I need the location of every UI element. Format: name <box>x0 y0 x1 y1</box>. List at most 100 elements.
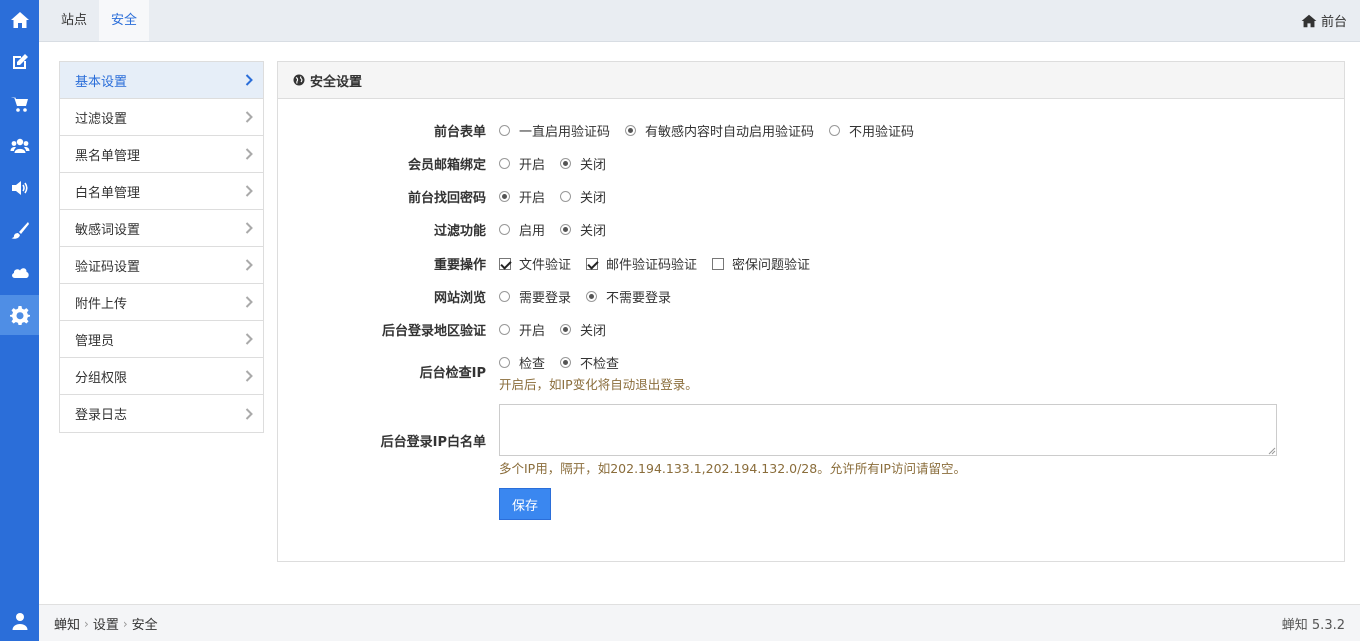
menu-item-label: 管理员 <box>75 333 115 349</box>
menu-item-login-log[interactable]: 登录日志 <box>60 395 263 432</box>
checkbox-security-question-verify[interactable]: 密保问题验证 <box>712 254 810 273</box>
important-ops-options: 文件验证 邮件验证码验证 密保问题验证 <box>499 254 825 273</box>
form-row-check-ip: 后台检查IP 检查 不检查 开启后，如IP变化将自动退出登录。 <box>278 353 1344 393</box>
radio-recovery-off[interactable]: 关闭 <box>560 187 606 206</box>
chevron-right-icon <box>245 74 253 86</box>
menu-item-admins[interactable]: 管理员 <box>60 321 263 358</box>
menu-item-basic[interactable]: 基本设置 <box>60 62 263 99</box>
cloud-nav[interactable] <box>0 252 39 292</box>
menu-item-label: 验证码设置 <box>75 259 141 275</box>
form-row-important-ops: 重要操作 文件验证 邮件验证码验证 密保问题验证 <box>278 254 1344 273</box>
form-row-email-binding: 会员邮箱绑定 开启 关闭 <box>278 154 1344 173</box>
form-row-front-form: 前台表单 一直启用验证码 有敏感内容时自动启用验证码 不用验证码 <box>278 121 1344 140</box>
menu-item-label: 白名单管理 <box>75 185 141 201</box>
breadcrumb: 蝉知 › 设置 › 安全 <box>54 605 158 641</box>
save-button[interactable]: 保存 <box>499 488 551 520</box>
radio-region-on[interactable]: 开启 <box>499 320 545 339</box>
radio-auto-captcha[interactable]: 有敏感内容时自动启用验证码 <box>625 121 814 140</box>
radio-always-captcha[interactable]: 一直启用验证码 <box>499 121 610 140</box>
radio-email-off[interactable]: 关闭 <box>560 154 606 173</box>
menu-item-captcha[interactable]: 验证码设置 <box>60 247 263 284</box>
menu-item-label: 分组权限 <box>75 370 128 386</box>
field-label: 后台登录地区验证 <box>381 324 486 339</box>
radio-email-on[interactable]: 开启 <box>499 154 545 173</box>
resize-handle-icon <box>1268 447 1276 455</box>
breadcrumb-security: 安全 <box>131 618 158 633</box>
field-label: 后台检查IP <box>419 366 486 381</box>
field-label: 重要操作 <box>433 258 486 273</box>
footer-bar: 蝉知 › 设置 › 安全 蝉知 5.3.2 <box>39 604 1360 641</box>
shop-nav[interactable] <box>0 84 39 124</box>
chevron-right-icon <box>245 407 253 420</box>
icon-sidebar <box>0 0 39 641</box>
users-nav[interactable] <box>0 126 39 166</box>
field-label: 过滤功能 <box>433 224 486 239</box>
radio-login-required[interactable]: 需要登录 <box>499 287 571 306</box>
chevron-right-icon <box>245 111 253 123</box>
users-icon <box>10 138 29 153</box>
profile-nav[interactable] <box>0 601 39 641</box>
breadcrumb-settings[interactable]: 设置 <box>93 614 119 633</box>
menu-item-whitelist[interactable]: 白名单管理 <box>60 173 263 210</box>
tab-security[interactable]: 安全 <box>99 0 149 41</box>
chevron-right-icon <box>245 333 253 345</box>
settings-nav[interactable] <box>0 295 39 335</box>
checkbox-email-code-verify[interactable]: 邮件验证码验证 <box>586 254 697 273</box>
content-nav[interactable] <box>0 42 39 82</box>
chevron-right-icon <box>245 259 253 271</box>
radio-recovery-on[interactable]: 开启 <box>499 187 545 206</box>
front-form-options: 一直启用验证码 有敏感内容时自动启用验证码 不用验证码 <box>499 121 929 140</box>
form-row-site-browse: 网站浏览 需要登录 不需要登录 <box>278 287 1344 306</box>
menu-item-label: 黑名单管理 <box>75 148 141 164</box>
whitelist-help-text: 多个IP用，隔开，如202.194.133.1,202.194.132.0/28… <box>499 461 966 476</box>
radio-filter-off[interactable]: 关闭 <box>560 220 606 239</box>
menu-item-blacklist[interactable]: 黑名单管理 <box>60 136 263 173</box>
front-link[interactable]: 前台 <box>1301 0 1347 41</box>
tab-site[interactable]: 站点 <box>49 0 99 41</box>
breadcrumb-home[interactable]: 蝉知 <box>54 614 80 633</box>
radio-login-not-required[interactable]: 不需要登录 <box>586 287 671 306</box>
user-icon <box>12 613 27 630</box>
field-label: 前台表单 <box>433 125 486 140</box>
menu-item-upload[interactable]: 附件上传 <box>60 284 263 321</box>
chevron-right-icon: › <box>122 616 128 631</box>
cart-icon <box>10 97 28 112</box>
radio-no-check-ip[interactable]: 不检查 <box>560 353 619 372</box>
menu-item-filter[interactable]: 过滤设置 <box>60 99 263 136</box>
panel-title: 安全设置 <box>310 74 363 90</box>
checkbox-file-verify[interactable]: 文件验证 <box>499 254 571 273</box>
chevron-right-icon: › <box>84 616 89 631</box>
radio-region-off[interactable]: 关闭 <box>560 320 606 339</box>
region-verify-options: 开启 关闭 <box>499 320 621 339</box>
email-binding-options: 开启 关闭 <box>499 154 621 173</box>
menu-item-label: 基本设置 <box>75 74 128 90</box>
radio-check-ip[interactable]: 检查 <box>499 353 545 372</box>
chevron-right-icon <box>245 296 253 308</box>
radio-no-captcha[interactable]: 不用验证码 <box>829 121 914 140</box>
field-label: 会员邮箱绑定 <box>407 158 486 173</box>
menu-item-group-permissions[interactable]: 分组权限 <box>60 358 263 395</box>
volume-icon <box>11 181 28 195</box>
design-nav[interactable] <box>0 210 39 250</box>
field-label: 网站浏览 <box>433 291 486 306</box>
chevron-right-icon <box>245 222 253 234</box>
radio-filter-on[interactable]: 启用 <box>499 220 545 239</box>
password-recovery-options: 开启 关闭 <box>499 187 621 206</box>
version-text: 蝉知 5.3.2 <box>1281 618 1345 633</box>
chevron-right-icon <box>245 370 253 382</box>
panel-header: 安全设置 <box>278 62 1344 99</box>
home-icon <box>10 12 29 28</box>
home-nav[interactable] <box>0 0 39 40</box>
home-icon <box>1301 14 1317 27</box>
chevron-right-icon <box>245 148 253 160</box>
front-link-label: 前台 <box>1320 15 1347 30</box>
top-navbar: 站点 安全 前台 <box>39 0 1360 42</box>
cloud-icon <box>11 268 29 278</box>
form-row-filter: 过滤功能 启用 关闭 <box>278 220 1344 239</box>
form-row-password-recovery: 前台找回密码 开启 关闭 <box>278 187 1344 206</box>
menu-item-sensitive-words[interactable]: 敏感词设置 <box>60 210 263 247</box>
ip-whitelist-textarea[interactable] <box>499 404 1277 456</box>
security-settings-panel: 安全设置 前台表单 一直启用验证码 有敏感内容时自动启用验证码 不用验证码 会员… <box>277 61 1345 562</box>
promote-nav[interactable] <box>0 168 39 208</box>
filter-options: 启用 关闭 <box>499 220 621 239</box>
